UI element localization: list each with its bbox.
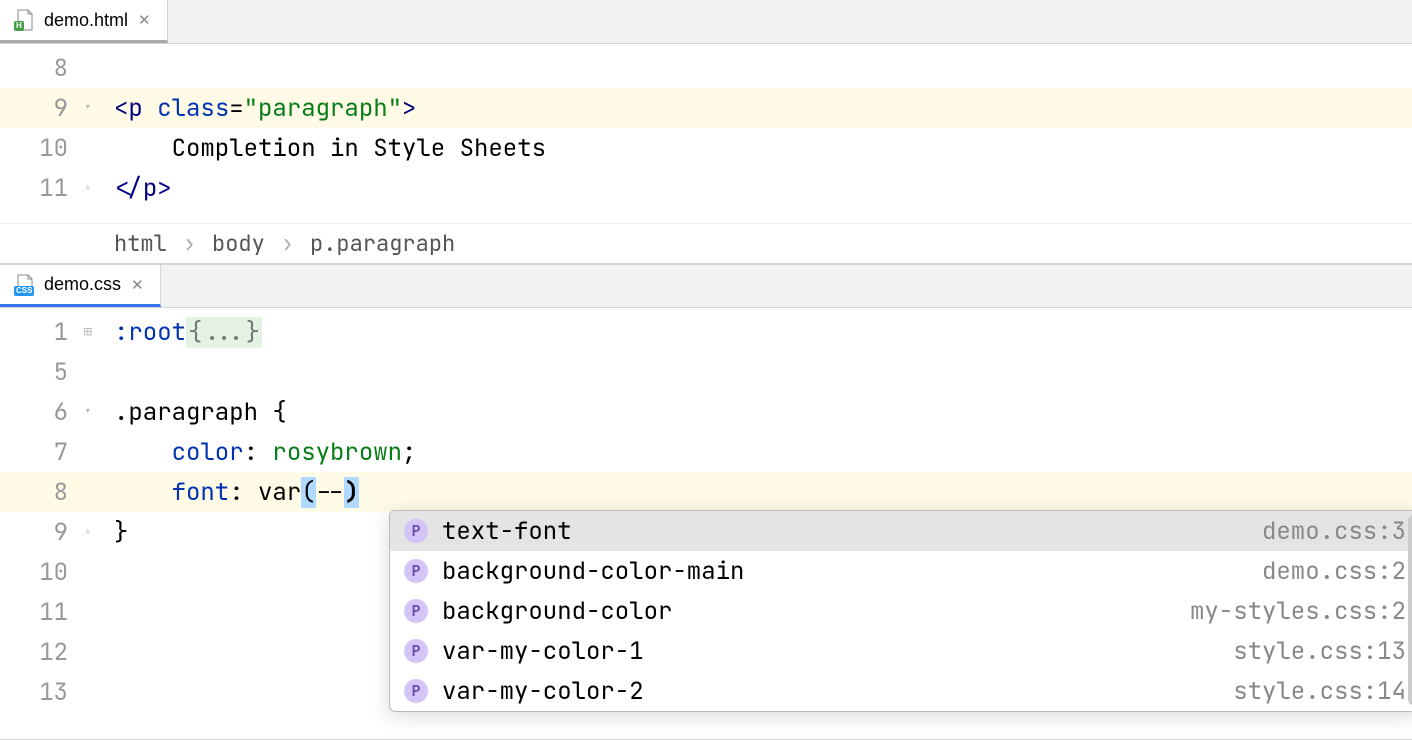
code-editor-css[interactable]: 1⊞56▾789▵10111213 :root{...} .paragraph {… — [0, 308, 1412, 739]
line-number: 5 — [0, 352, 96, 392]
completion-popup[interactable]: Ptext-font demo.css:3 Pbackground-color-ma… — [389, 510, 1412, 712]
code-line[interactable]: color: rosybrown; — [96, 432, 1412, 472]
breadcrumb[interactable]: html›body›p.paragraph — [0, 223, 1412, 263]
code-line[interactable]: :root{...} — [96, 312, 1412, 352]
breadcrumb-separator: › — [173, 229, 206, 258]
completion-label: var-my-color-1 — [442, 636, 1219, 667]
line-number: 13 — [0, 672, 96, 712]
close-icon[interactable]: ✕ — [136, 9, 153, 31]
code-line[interactable]: font: var(--) — [96, 472, 1412, 512]
code-line[interactable] — [96, 48, 1412, 88]
breadcrumb-separator: › — [271, 229, 304, 258]
line-number: 8 — [0, 48, 96, 88]
line-number: 12 — [0, 632, 96, 672]
completion-item[interactable]: Ptext-font demo.css:3 — [390, 511, 1412, 551]
completion-location: demo.css:3 — [1262, 516, 1406, 547]
code-area[interactable]: :root{...} .paragraph { color: rosybrown;… — [96, 308, 1412, 739]
line-number: 1⊞ — [0, 312, 96, 352]
fold-icon[interactable]: ▵ — [84, 179, 92, 197]
fold-icon[interactable]: ▵ — [84, 523, 92, 541]
tab-label: demo.html — [44, 10, 128, 31]
tab-bar: CSS demo.css ✕ — [0, 264, 1412, 308]
line-number: 6▾ — [0, 392, 96, 432]
line-number: 7 — [0, 432, 96, 472]
css-file-icon: CSS — [14, 274, 36, 296]
completion-location: style.css:14 — [1233, 676, 1406, 707]
scrollbar[interactable] — [1408, 515, 1412, 705]
line-number: 9▵ — [0, 512, 96, 552]
completion-location: demo.css:2 — [1262, 556, 1406, 587]
line-number: 10 — [0, 552, 96, 592]
code-line[interactable]: </p> — [96, 168, 1412, 208]
code-editor-html[interactable]: 89▾1011▵ <p class="paragraph"> Completio… — [0, 44, 1412, 223]
completion-item[interactable]: Pvar-my-color-1 style.css:13 — [390, 631, 1412, 671]
editor-pane-css: CSS demo.css ✕ 1⊞56▾789▵10111213 :root{.… — [0, 264, 1412, 740]
code-line[interactable]: Completion in Style Sheets — [96, 128, 1412, 168]
completion-location: my-styles.css:2 — [1190, 596, 1406, 627]
property-icon: P — [404, 679, 428, 703]
completion-label: text-font — [442, 516, 1248, 547]
completion-label: var-my-color-2 — [442, 676, 1219, 707]
line-number: 10 — [0, 128, 96, 168]
breadcrumb-item[interactable]: body — [212, 229, 265, 258]
html-file-icon: H — [14, 9, 36, 31]
fold-icon[interactable]: ⊞ — [84, 323, 92, 341]
line-number: 11▵ — [0, 168, 96, 208]
code-area[interactable]: <p class="paragraph"> Completion in Styl… — [96, 44, 1412, 223]
property-icon: P — [404, 599, 428, 623]
fold-icon[interactable]: ▾ — [84, 99, 92, 117]
code-line[interactable] — [96, 352, 1412, 392]
line-number: 9▾ — [0, 88, 96, 128]
property-icon: P — [404, 639, 428, 663]
completion-label: background-color — [442, 596, 1176, 627]
tab-demo-html[interactable]: H demo.html ✕ — [0, 0, 168, 43]
breadcrumb-item[interactable]: html — [114, 229, 167, 258]
gutter: 1⊞56▾789▵10111213 — [0, 308, 96, 739]
tab-bar: H demo.html ✕ — [0, 0, 1412, 44]
completion-item[interactable]: Pbackground-color my-styles.css:2 — [390, 591, 1412, 631]
gutter: 89▾1011▵ — [0, 44, 96, 223]
line-number: 8 — [0, 472, 96, 512]
editor-pane-html: H demo.html ✕ 89▾1011▵ <p class="paragra… — [0, 0, 1412, 264]
property-icon: P — [404, 559, 428, 583]
close-icon[interactable]: ✕ — [129, 274, 146, 296]
tab-label: demo.css — [44, 274, 121, 295]
line-number: 11 — [0, 592, 96, 632]
tab-demo-css[interactable]: CSS demo.css ✕ — [0, 265, 161, 307]
fold-icon[interactable]: ▾ — [84, 403, 92, 421]
completion-label: background-color-main — [442, 556, 1248, 587]
completion-item[interactable]: Pvar-my-color-2 style.css:14 — [390, 671, 1412, 711]
code-line[interactable]: .paragraph { — [96, 392, 1412, 432]
breadcrumb-item[interactable]: p.paragraph — [310, 229, 455, 258]
completion-item[interactable]: Pbackground-color-main demo.css:2 — [390, 551, 1412, 591]
property-icon: P — [404, 519, 428, 543]
completion-location: style.css:13 — [1233, 636, 1406, 667]
code-line[interactable]: <p class="paragraph"> — [96, 88, 1412, 128]
